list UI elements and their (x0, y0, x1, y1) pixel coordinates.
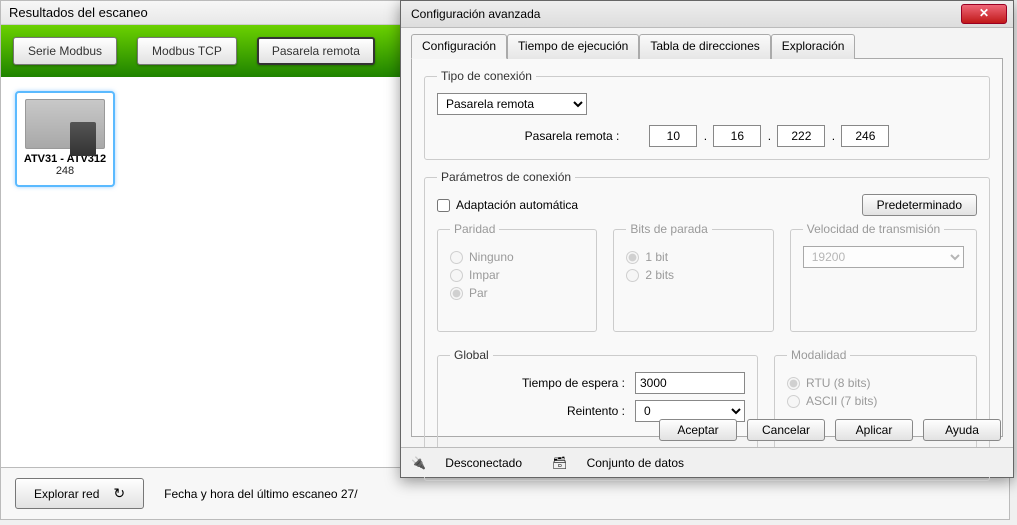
ip-octet-4[interactable] (841, 125, 889, 147)
gateway-ip: . . . (649, 125, 889, 147)
ip-dot: . (825, 125, 841, 147)
dialog-titlebar: Configuración avanzada ✕ (401, 1, 1013, 28)
dialog-title: Configuración avanzada (411, 7, 961, 21)
pasarela-remota-button[interactable]: Pasarela remota (257, 37, 375, 65)
dialog-statusbar: Desconectado Conjunto de datos (401, 447, 1013, 477)
parity-odd-radio (450, 269, 463, 282)
stopbits-1-radio (626, 251, 639, 264)
mode-ascii-label: ASCII (7 bits) (806, 394, 877, 408)
ok-button[interactable]: Aceptar (659, 419, 737, 441)
tab-configuracion[interactable]: Configuración (411, 34, 507, 59)
advanced-config-dialog: Configuración avanzada ✕ Configuración T… (400, 0, 1014, 478)
device-card[interactable]: ATV31 - ATV312 248 (15, 91, 115, 187)
connection-type-legend: Tipo de conexión (437, 69, 536, 83)
ip-dot: . (761, 125, 777, 147)
close-button[interactable]: ✕ (961, 4, 1007, 24)
ip-octet-1[interactable] (649, 125, 697, 147)
help-button[interactable]: Ayuda (923, 419, 1001, 441)
stopbits-2-radio (626, 269, 639, 282)
cancel-button[interactable]: Cancelar (747, 419, 825, 441)
plug-icon (411, 456, 426, 470)
tab-strip: Configuración Tiempo de ejecución Tabla … (411, 34, 1003, 59)
mode-legend: Modalidad (787, 348, 850, 362)
tab-page-configuracion: Tipo de conexión Pasarela remota Pasarel… (411, 59, 1003, 437)
baud-legend: Velocidad de transmisión (803, 222, 944, 236)
tab-tabla-direcciones[interactable]: Tabla de direcciones (639, 34, 770, 59)
parity-even-label: Par (469, 286, 488, 300)
parity-none-label: Ninguno (469, 250, 514, 264)
ip-octet-2[interactable] (713, 125, 761, 147)
mode-rtu-radio (787, 377, 800, 390)
gateway-label: Pasarela remota : (525, 129, 620, 143)
database-icon (552, 456, 567, 470)
baud-select: 19200 (803, 246, 964, 268)
last-scan-datetime: Fecha y hora del último escaneo 27/ (164, 487, 357, 501)
serie-modbus-button[interactable]: Serie Modbus (13, 37, 117, 65)
timeout-label: Tiempo de espera : (522, 376, 625, 390)
ip-dot: . (697, 125, 713, 147)
parity-group: Paridad Ninguno Impar Par (437, 222, 597, 332)
stopbits-group: Bits de parada 1 bit 2 bits (613, 222, 773, 332)
dialog-body: Configuración Tiempo de ejecución Tabla … (401, 28, 1013, 437)
connection-type-group: Tipo de conexión Pasarela remota Pasarel… (424, 69, 990, 160)
connection-type-select[interactable]: Pasarela remota (437, 93, 587, 115)
stopbits-2-label: 2 bits (645, 268, 674, 282)
status-disconnected: Desconectado (445, 456, 522, 470)
explore-network-button[interactable]: Explorar red (15, 478, 144, 509)
auto-adapt-label: Adaptación automática (456, 198, 578, 212)
modbus-tcp-button[interactable]: Modbus TCP (137, 37, 237, 65)
refresh-icon (113, 485, 125, 502)
close-icon: ✕ (979, 6, 989, 20)
device-name: ATV31 - ATV312 (19, 153, 111, 165)
auto-adapt-checkbox[interactable] (437, 199, 450, 212)
mode-ascii-radio (787, 395, 800, 408)
global-legend: Global (450, 348, 493, 362)
parity-even-radio (450, 287, 463, 300)
status-dataset: Conjunto de datos (587, 456, 684, 470)
mode-rtu-label: RTU (8 bits) (806, 376, 870, 390)
ip-octet-3[interactable] (777, 125, 825, 147)
apply-button[interactable]: Aplicar (835, 419, 913, 441)
stopbits-legend: Bits de parada (626, 222, 711, 236)
explore-network-label: Explorar red (34, 487, 99, 501)
tab-exploracion[interactable]: Exploración (771, 34, 856, 59)
parity-odd-label: Impar (469, 268, 500, 282)
baud-group: Velocidad de transmisión 19200 (790, 222, 977, 332)
connection-params-legend: Parámetros de conexión (437, 170, 575, 184)
parity-legend: Paridad (450, 222, 499, 236)
dialog-footer: Aceptar Cancelar Aplicar Ayuda (401, 413, 1013, 447)
stopbits-1-label: 1 bit (645, 250, 668, 264)
parity-none-radio (450, 251, 463, 264)
device-thumb-icon (25, 99, 105, 149)
default-button[interactable]: Predeterminado (862, 194, 977, 216)
device-address: 248 (19, 165, 111, 177)
timeout-input[interactable] (635, 372, 745, 394)
tab-tiempo-ejecucion[interactable]: Tiempo de ejecución (507, 34, 639, 59)
